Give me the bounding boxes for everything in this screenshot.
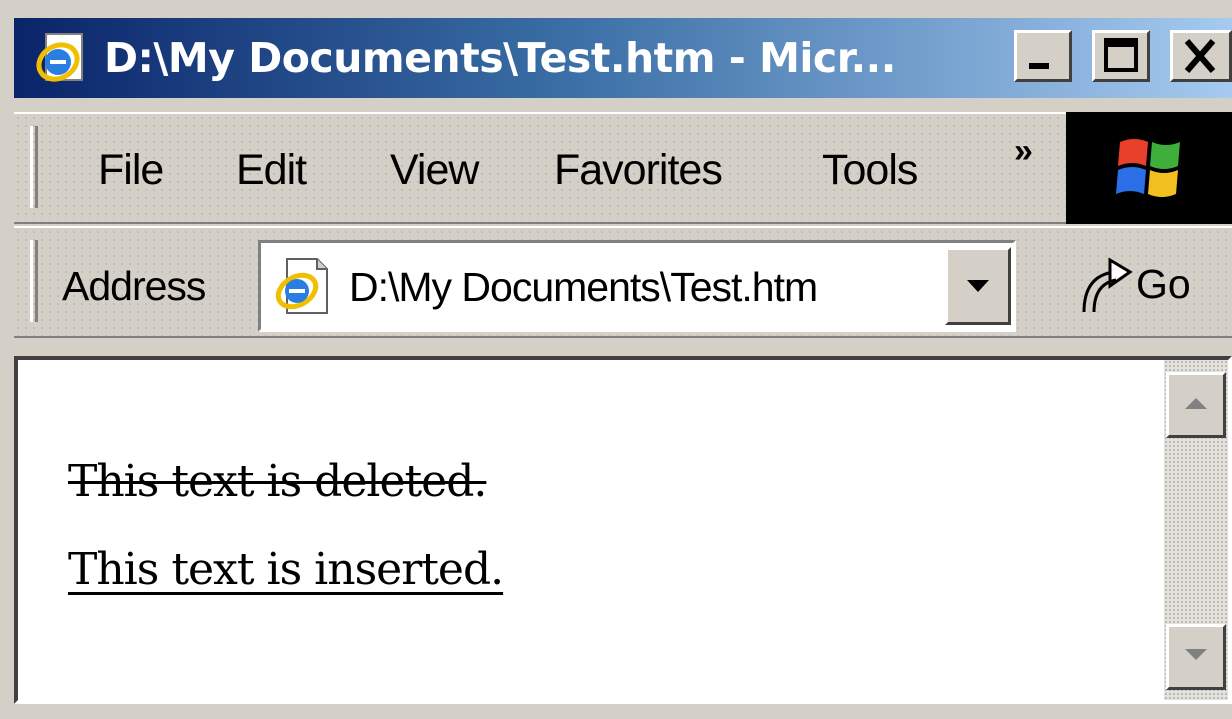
- page-content: This text is deleted. This text is inser…: [14, 356, 1232, 704]
- page-icon: [269, 255, 335, 322]
- title-bar[interactable]: D:\My Documents\Test.htm - Micr...: [14, 18, 1232, 98]
- address-value: D:\My Documents\Test.htm: [349, 264, 818, 310]
- close-button[interactable]: [1170, 30, 1232, 82]
- windows-flag-icon: [1116, 139, 1180, 197]
- arrow-up-icon: [1185, 398, 1207, 409]
- vertical-scrollbar[interactable]: [1164, 360, 1228, 700]
- ie-icon: [32, 30, 88, 86]
- windows-logo: [1066, 112, 1232, 224]
- window-title: D:\My Documents\Test.htm - Micr...: [104, 34, 896, 82]
- arrow-down-icon: [1185, 649, 1207, 660]
- menu-view[interactable]: View: [390, 140, 479, 200]
- menu-edit[interactable]: Edit: [236, 140, 307, 200]
- maximize-button[interactable]: [1092, 30, 1150, 82]
- menu-file[interactable]: File: [98, 140, 164, 200]
- toolbar-grip[interactable]: [30, 126, 38, 208]
- minimize-button[interactable]: [1014, 30, 1072, 82]
- address-input[interactable]: D:\My Documents\Test.htm: [258, 240, 1016, 332]
- go-arrow-icon: [1082, 257, 1133, 313]
- address-bar: Address D:\My Documents\Test.htm Go: [14, 226, 1232, 338]
- go-label: Go: [1136, 261, 1191, 307]
- menu-tools[interactable]: Tools: [822, 140, 918, 200]
- menu-bar: File Edit View Favorites Tools »: [14, 112, 1232, 224]
- go-button[interactable]: Go: [1062, 244, 1222, 324]
- browser-window: D:\My Documents\Test.htm - Micr... File …: [0, 0, 1232, 719]
- scroll-up-button[interactable]: [1166, 372, 1226, 438]
- chevron-overflow-icon[interactable]: »: [1014, 132, 1033, 171]
- address-dropdown-button[interactable]: [945, 247, 1011, 325]
- scroll-down-button[interactable]: [1166, 624, 1226, 690]
- chevron-down-icon: [967, 280, 989, 292]
- inserted-text: This text is inserted.: [68, 544, 504, 595]
- toolbar-grip[interactable]: [30, 240, 38, 322]
- deleted-text: This text is deleted.: [68, 456, 487, 507]
- menu-favorites[interactable]: Favorites: [554, 140, 723, 200]
- address-label: Address: [62, 263, 206, 309]
